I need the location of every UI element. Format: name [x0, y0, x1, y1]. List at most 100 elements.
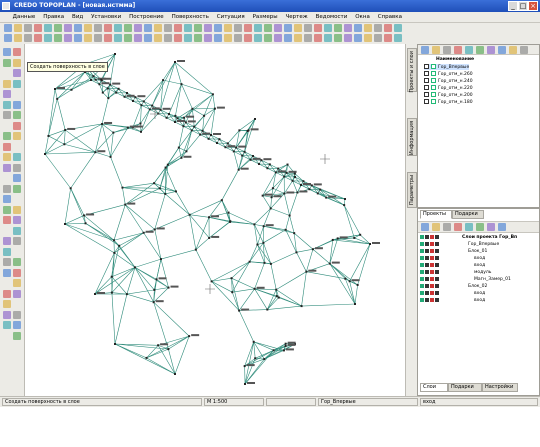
survey-point[interactable] [283, 192, 286, 195]
survey-point[interactable] [64, 223, 66, 225]
left-tool-icon[interactable] [13, 163, 21, 172]
toolbar-tool-icon[interactable] [234, 24, 242, 32]
survey-point[interactable] [308, 188, 311, 191]
left-tool-icon[interactable] [13, 205, 21, 214]
tree-state-icon[interactable] [420, 291, 424, 295]
survey-point[interactable] [252, 155, 254, 157]
layer-row[interactable]: Гор_отм_н.240 [424, 78, 473, 84]
survey-point[interactable] [311, 248, 314, 251]
survey-point[interactable] [133, 266, 136, 269]
survey-point[interactable] [261, 194, 264, 197]
toolbar-tool-icon[interactable] [44, 24, 52, 32]
survey-point[interactable] [153, 182, 156, 185]
survey-point[interactable] [260, 159, 263, 162]
left-tool-icon[interactable] [3, 310, 11, 319]
survey-point[interactable] [125, 293, 128, 296]
left-tool-icon[interactable] [13, 268, 21, 277]
toolbar-tool-icon[interactable] [264, 24, 272, 32]
survey-point[interactable] [210, 280, 213, 283]
tab-parameters[interactable]: Параметры [407, 172, 417, 208]
survey-point[interactable] [285, 171, 288, 174]
toolbar-tool-icon[interactable] [354, 34, 362, 42]
left-tool-icon[interactable] [13, 100, 21, 109]
survey-point[interactable] [243, 150, 246, 153]
survey-point[interactable] [282, 349, 285, 352]
toolbar-tool-icon[interactable] [394, 24, 402, 32]
toolbar-tool-icon[interactable] [274, 24, 282, 32]
survey-point[interactable] [268, 163, 271, 166]
toolbar-tool-icon[interactable] [174, 34, 182, 42]
survey-point[interactable] [277, 296, 280, 299]
tree-row[interactable]: вход [420, 291, 485, 297]
toolbar-tool-icon[interactable] [114, 24, 122, 32]
left-tool-icon[interactable] [3, 216, 11, 224]
toolbar-tool-icon[interactable] [274, 34, 282, 42]
menu-help[interactable]: Справка [375, 12, 405, 22]
survey-point[interactable] [164, 192, 167, 195]
toolbar-tool-icon[interactable] [304, 24, 312, 32]
toolbar-tool-icon[interactable] [54, 34, 62, 42]
menu-situation[interactable]: Ситуация [214, 12, 248, 22]
tree-state-icon[interactable] [420, 298, 424, 302]
toolbar-tool-icon[interactable] [184, 24, 192, 32]
toolbar-tool-icon[interactable] [314, 34, 322, 42]
toolbar-tool-icon[interactable] [94, 34, 102, 42]
tree-state-icon[interactable] [430, 284, 434, 288]
survey-point[interactable] [229, 220, 232, 223]
survey-point[interactable] [148, 108, 151, 111]
survey-point[interactable] [272, 349, 275, 352]
survey-point[interactable] [343, 204, 346, 207]
survey-point[interactable] [162, 79, 165, 82]
survey-point[interactable] [110, 291, 113, 294]
survey-point[interactable] [174, 61, 176, 63]
tree-row[interactable]: вход [420, 263, 485, 269]
toolbar-tool-icon[interactable] [234, 34, 242, 42]
survey-point[interactable] [134, 96, 137, 99]
left-tool-icon[interactable] [13, 216, 21, 224]
tree-state-icon[interactable] [420, 277, 424, 281]
toolbar-tool-icon[interactable] [174, 24, 182, 32]
survey-point[interactable] [166, 163, 169, 166]
survey-point[interactable] [174, 121, 176, 123]
tree-state-icon[interactable] [430, 263, 434, 267]
survey-point[interactable] [159, 258, 162, 261]
toolbar-tool-icon[interactable] [64, 34, 72, 42]
toolbar-tool-icon[interactable] [194, 34, 202, 42]
survey-point[interactable] [207, 137, 210, 140]
left-tool-icon[interactable] [3, 58, 11, 67]
toolbar-tool-icon[interactable] [487, 46, 495, 54]
survey-point[interactable] [275, 288, 278, 291]
survey-point[interactable] [344, 198, 346, 200]
tree-row[interactable]: вход [420, 298, 485, 304]
toolbar-tool-icon[interactable] [84, 34, 92, 42]
left-tool-icon[interactable] [3, 321, 11, 329]
tree-state-icon[interactable] [435, 242, 439, 246]
toolbar-tool-icon[interactable] [144, 34, 152, 42]
tab-projects[interactable]: Проекты [420, 210, 452, 219]
survey-point[interactable] [269, 207, 272, 210]
survey-point[interactable] [185, 150, 188, 153]
tree-state-icon[interactable] [425, 277, 429, 281]
survey-point[interactable] [90, 79, 92, 81]
toolbar-tool-icon[interactable] [254, 24, 262, 32]
survey-point[interactable] [190, 129, 193, 132]
survey-point[interactable] [344, 277, 347, 280]
toolbar-tool-icon[interactable] [314, 24, 322, 32]
survey-point[interactable] [100, 78, 103, 81]
survey-point[interactable] [218, 138, 221, 141]
tab-information[interactable]: Информация [407, 118, 417, 156]
tree-state-icon[interactable] [435, 256, 439, 260]
layer-checkbox[interactable] [424, 99, 429, 104]
survey-point[interactable] [247, 129, 250, 132]
menu-reports[interactable]: Ведомости [313, 12, 351, 22]
survey-point[interactable] [145, 356, 148, 359]
survey-point[interactable] [157, 344, 160, 347]
survey-point[interactable] [253, 287, 256, 290]
tree-state-icon[interactable] [420, 235, 424, 239]
left-tool-icon[interactable] [3, 48, 11, 56]
survey-point[interactable] [266, 308, 269, 311]
menu-build[interactable]: Построение [126, 12, 167, 22]
survey-point[interactable] [252, 340, 255, 343]
toolbar-tool-icon[interactable] [364, 34, 372, 42]
left-tool-icon[interactable] [3, 247, 11, 256]
